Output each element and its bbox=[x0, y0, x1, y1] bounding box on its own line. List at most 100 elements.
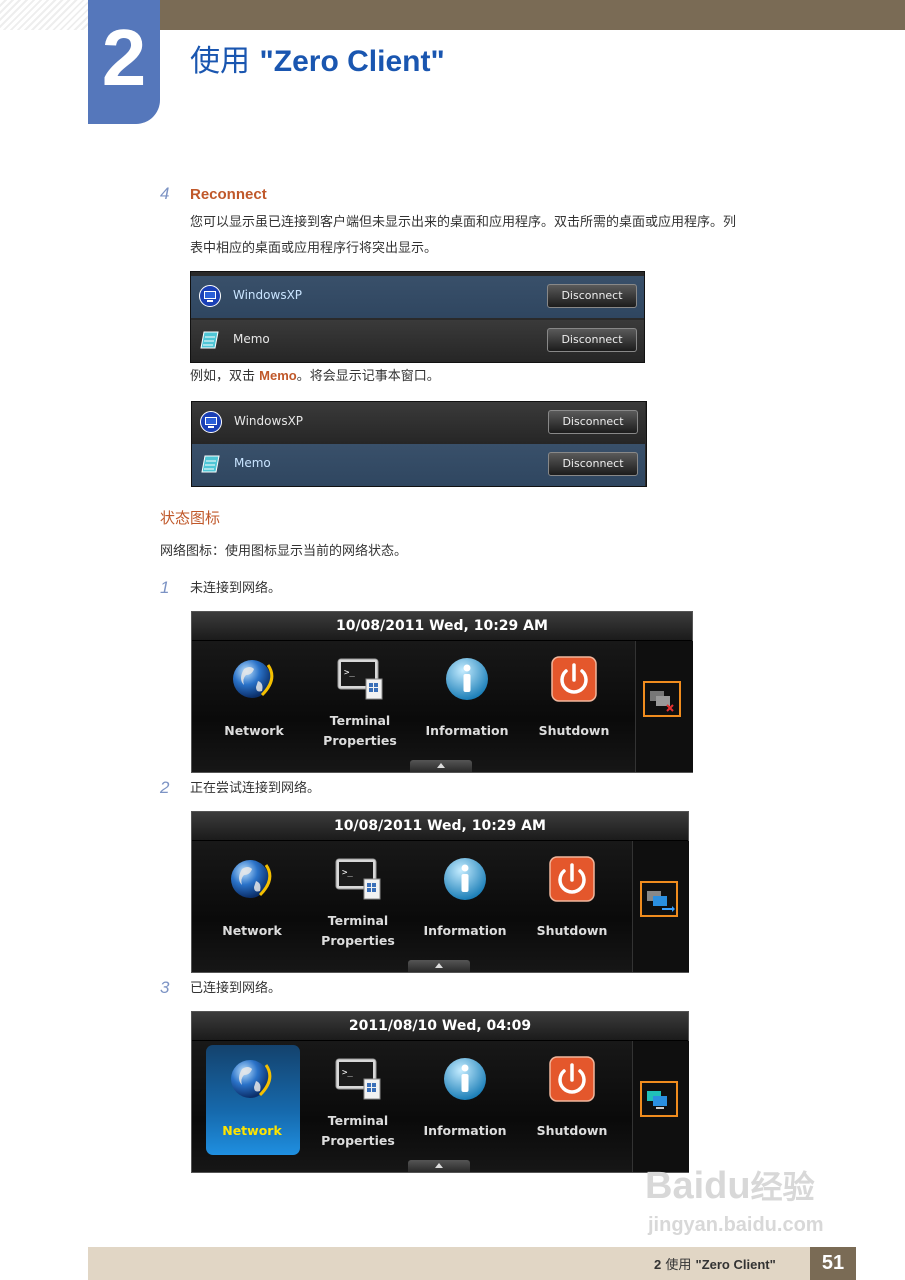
status-area bbox=[632, 841, 689, 972]
status-text: 正在尝试连接到网络。 bbox=[190, 781, 321, 796]
status-area bbox=[632, 1041, 689, 1172]
step-number: 1 bbox=[160, 578, 170, 597]
menu-area: Network >_ Terminal Properties Informati… bbox=[192, 1041, 632, 1172]
watermark-logo: Baidu经验 bbox=[645, 1162, 815, 1208]
menu-label: Terminal bbox=[327, 1113, 389, 1128]
menu-information[interactable]: Information bbox=[412, 1041, 518, 1172]
notepad-icon bbox=[200, 331, 219, 349]
page-number: 51 bbox=[810, 1247, 856, 1280]
power-icon bbox=[551, 656, 597, 702]
network-status-indicator[interactable] bbox=[643, 681, 681, 717]
expand-tab[interactable] bbox=[408, 1160, 470, 1172]
reconnect-description: 您可以显示虽已连接到客户端但未显示出来的桌面和应用程序。双击所需的桌面或应用程序… bbox=[190, 210, 850, 262]
chapter-number-tab: 2 bbox=[88, 0, 160, 124]
datetime-display: 10/08/2011 Wed, 10:29 AM bbox=[192, 612, 692, 641]
session-list-after: WindowsXP Disconnect Memo Disconnect bbox=[191, 401, 647, 487]
example-prefix: 例如，双击 bbox=[190, 369, 260, 384]
info-icon bbox=[444, 858, 486, 900]
session-row-windowsxp[interactable]: WindowsXP Disconnect bbox=[192, 402, 645, 444]
menu-terminal-properties[interactable]: >_ Terminal Properties bbox=[307, 641, 413, 772]
watermark-brand: Bai bbox=[645, 1165, 705, 1207]
session-name: WindowsXP bbox=[233, 288, 303, 302]
terminal-icon: >_ bbox=[337, 658, 383, 700]
menu-label: Shutdown bbox=[538, 723, 610, 738]
status-icons-description: 网络图标：使用图标显示当前的网络状态。 bbox=[160, 544, 408, 559]
network-disconnected-icon bbox=[650, 691, 674, 712]
watermark-url: jingyan.baidu.com bbox=[648, 1214, 824, 1236]
svg-text:>_: >_ bbox=[342, 868, 353, 878]
session-name: Memo bbox=[234, 456, 271, 470]
network-status-indicator[interactable] bbox=[640, 1081, 678, 1117]
menu-shutdown[interactable]: Shutdown bbox=[519, 841, 625, 972]
taskbar-panel-connecting: 10/08/2011 Wed, 10:29 AM Network >_ Term… bbox=[191, 811, 689, 973]
info-icon bbox=[446, 658, 488, 700]
section-title-reconnect: Reconnect bbox=[190, 186, 267, 203]
disconnect-button[interactable]: Disconnect bbox=[548, 410, 638, 434]
example-suffix: 。将会显示记事本窗口。 bbox=[296, 369, 440, 384]
desktop-icon bbox=[200, 411, 222, 433]
footer-chapter-number: 2 bbox=[654, 1257, 662, 1272]
menu-area: Network >_ Terminal Properties Informati… bbox=[192, 841, 632, 972]
menu-label: Network bbox=[222, 923, 282, 938]
terminal-icon: >_ bbox=[335, 858, 381, 900]
menu-information[interactable]: Information bbox=[412, 841, 518, 972]
status-text: 已连接到网络。 bbox=[190, 981, 282, 996]
watermark-brand-du: du bbox=[704, 1165, 751, 1207]
disconnect-button[interactable]: Disconnect bbox=[547, 328, 637, 352]
datetime-display: 2011/08/10 Wed, 04:09 bbox=[192, 1012, 688, 1041]
session-name: WindowsXP bbox=[234, 414, 304, 428]
step-number: 2 bbox=[160, 778, 170, 797]
network-status-indicator[interactable] bbox=[640, 881, 678, 917]
menu-terminal-properties[interactable]: >_ Terminal Properties bbox=[305, 841, 411, 972]
watermark-brand-cn: 经验 bbox=[750, 1168, 815, 1206]
example-highlight: Memo bbox=[259, 368, 297, 383]
menu-label: Properties bbox=[321, 1133, 395, 1148]
menu-label: Shutdown bbox=[536, 1123, 608, 1138]
chapter-title-product: "Zero Client" bbox=[259, 45, 445, 78]
menu-network[interactable]: Network bbox=[199, 1041, 305, 1172]
info-icon bbox=[444, 1058, 486, 1100]
status-area bbox=[635, 641, 693, 772]
globe-icon bbox=[233, 660, 274, 698]
menu-label: Shutdown bbox=[536, 923, 608, 938]
disconnect-button[interactable]: Disconnect bbox=[547, 284, 637, 308]
desktop-icon bbox=[199, 285, 221, 307]
expand-tab[interactable] bbox=[408, 960, 470, 972]
menu-network[interactable]: Network bbox=[199, 841, 305, 972]
menu-label: Terminal bbox=[327, 913, 389, 928]
menu-shutdown[interactable]: Shutdown bbox=[519, 1041, 625, 1172]
terminal-icon: >_ bbox=[335, 1058, 381, 1100]
menu-network[interactable]: Network bbox=[201, 641, 307, 772]
datetime-display: 10/08/2011 Wed, 10:29 AM bbox=[192, 812, 688, 841]
menu-shutdown[interactable]: Shutdown bbox=[521, 641, 627, 772]
footer-label-product: "Zero Client" bbox=[695, 1257, 776, 1272]
step-number: 4 bbox=[160, 184, 170, 203]
menu-label: Properties bbox=[321, 933, 395, 948]
menu-area: Network >_ Terminal Properties Informati… bbox=[192, 641, 635, 772]
menu-label: Network bbox=[224, 723, 284, 738]
menu-terminal-properties[interactable]: >_ Terminal Properties bbox=[305, 1041, 411, 1172]
step-number: 3 bbox=[160, 978, 170, 997]
svg-text:>_: >_ bbox=[342, 1068, 353, 1078]
expand-tab[interactable] bbox=[410, 760, 472, 772]
session-list-before: WindowsXP Disconnect Memo Disconnect bbox=[190, 271, 645, 363]
taskbar-panel-connected: 2011/08/10 Wed, 04:09 Network >_ Termina… bbox=[191, 1011, 689, 1173]
network-connected-icon bbox=[647, 1091, 667, 1109]
power-icon bbox=[549, 856, 595, 902]
notepad-icon bbox=[201, 455, 220, 473]
session-row-memo[interactable]: Memo Disconnect bbox=[191, 320, 644, 362]
menu-label: Information bbox=[423, 923, 507, 938]
session-row-memo[interactable]: Memo Disconnect bbox=[192, 444, 645, 486]
menu-label: Network bbox=[222, 1123, 282, 1138]
globe-icon bbox=[231, 860, 272, 898]
session-row-windowsxp[interactable]: WindowsXP Disconnect bbox=[191, 276, 644, 318]
status-text: 未连接到网络。 bbox=[190, 581, 282, 596]
menu-label: Terminal bbox=[329, 713, 391, 728]
reconnect-description-line1: 您可以显示虽已连接到客户端但未显示出来的桌面和应用程序。双击所需的桌面或应用程序… bbox=[190, 215, 737, 230]
session-name: Memo bbox=[233, 332, 270, 346]
power-icon bbox=[549, 1056, 595, 1102]
menu-information[interactable]: Information bbox=[414, 641, 520, 772]
disconnect-button[interactable]: Disconnect bbox=[548, 452, 638, 476]
footer-label-prefix: 使用 bbox=[665, 1258, 692, 1273]
reconnect-description-line2: 表中相应的桌面或应用程序行将突出显示。 bbox=[190, 241, 438, 256]
